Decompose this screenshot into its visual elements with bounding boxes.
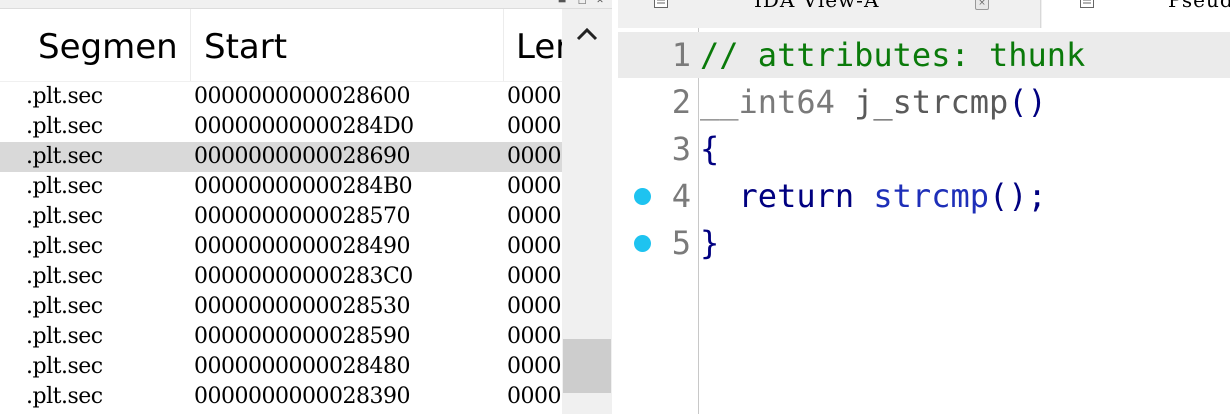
table-row[interactable]: .plt.sec 0000000000028390 0000 — [0, 382, 562, 412]
line-number: 4 — [671, 177, 691, 215]
pseudocode-pane: IDA View-A × Pseudo 1// attributes: thun… — [618, 0, 1230, 414]
code-text: { — [700, 126, 719, 172]
view-tab-bar: IDA View-A × Pseudo — [618, 0, 1230, 28]
segment-length-cell: 0000 — [507, 114, 562, 139]
segment-name-cell: .plt.sec — [26, 324, 103, 349]
code-line[interactable]: 3{ — [618, 126, 1230, 172]
code-line[interactable]: 1// attributes: thunk — [618, 32, 1230, 78]
code-token: strcmp — [873, 177, 989, 215]
code-text: // attributes: thunk — [700, 32, 1085, 78]
code-line[interactable]: 4 return strcmp(); — [618, 173, 1230, 219]
code-token: __int64 — [700, 83, 855, 121]
segment-name-cell: .plt.sec — [26, 84, 103, 109]
restore-icon[interactable]: □ — [576, 0, 588, 6]
pseudocode-view-icon — [1080, 0, 1094, 8]
table-row[interactable]: .plt.sec 00000000000283C0 0000 — [0, 262, 562, 292]
segment-start-cell: 0000000000028390 — [194, 384, 410, 409]
code-token: return — [700, 177, 874, 215]
segment-start-cell: 00000000000283C0 — [194, 264, 413, 289]
segment-name-cell: .plt.sec — [26, 204, 103, 229]
segment-length-cell: 0000 — [507, 324, 562, 349]
segment-length-cell: 0000 — [507, 234, 562, 259]
segment-start-cell: 0000000000028590 — [194, 324, 410, 349]
minimize-icon[interactable]: ▬ — [556, 0, 568, 6]
segment-length-cell: 0000 — [507, 144, 562, 169]
code-token: } — [700, 224, 720, 262]
segment-length-cell: 0000 — [507, 204, 562, 229]
table-row[interactable]: .plt.sec 0000000000028530 0000 — [0, 292, 562, 322]
code-text: return strcmp(); — [700, 173, 1047, 219]
line-number: 2 — [671, 83, 691, 121]
segment-length-cell: 0000 — [507, 264, 562, 289]
code-token: // attributes: thunk — [700, 36, 1086, 74]
close-icon[interactable]: ✕ — [594, 0, 606, 6]
segments-table-body: .plt.sec 0000000000028600 0000 .plt.sec 0000… — [0, 82, 562, 414]
segment-length-cell: 0000 — [507, 384, 562, 409]
code-token: { — [700, 130, 720, 168]
table-row[interactable]: .plt.sec 0000000000028490 0000 — [0, 232, 562, 262]
tab-ida-view[interactable]: IDA View-A × — [618, 0, 1041, 28]
code-token: (); — [988, 177, 1047, 215]
code-token: () — [1008, 83, 1047, 121]
segment-name-cell: .plt.sec — [26, 144, 103, 169]
disassembly-view-icon — [654, 0, 668, 8]
segment-start-cell: 0000000000028570 — [194, 204, 410, 229]
segment-length-cell: 0000 — [507, 174, 562, 199]
line-number: 5 — [671, 224, 691, 262]
breakpoint-dot-icon[interactable] — [634, 235, 651, 252]
segment-name-cell: .plt.sec — [26, 264, 103, 289]
segment-name-cell: .plt.sec — [26, 234, 103, 259]
tab-pseudocode-label: Pseudo — [1168, 0, 1230, 12]
column-separator[interactable] — [190, 9, 191, 81]
segment-start-cell: 0000000000028530 — [194, 294, 410, 319]
tab-ida-view-label: IDA View-A — [754, 0, 880, 12]
scroll-thumb[interactable] — [563, 339, 611, 393]
code-text: __int64 j_strcmp() — [700, 79, 1047, 125]
segments-title-bar: ▬ □ ✕ — [0, 0, 612, 9]
segment-start-cell: 00000000000284B0 — [194, 174, 413, 199]
column-separator[interactable] — [503, 9, 504, 81]
segment-name-cell: .plt.sec — [26, 174, 103, 199]
code-token: j_strcmp — [854, 83, 1009, 121]
code-text: } — [700, 220, 719, 266]
column-header-length[interactable]: Ler — [516, 9, 562, 81]
vertical-scrollbar[interactable] — [562, 9, 612, 414]
table-row[interactable]: .plt.sec 00000000000284D0 0000 — [0, 112, 562, 142]
table-row[interactable]: .plt.sec 0000000000028690 0000 — [0, 142, 562, 172]
code-line[interactable]: 2 __int64 j_strcmp() — [618, 79, 1230, 125]
column-header-segment[interactable]: Segmen — [38, 9, 188, 81]
table-row[interactable]: .plt.sec 0000000000028590 0000 — [0, 322, 562, 352]
line-number: 3 — [671, 130, 691, 168]
tab-pseudocode[interactable]: Pseudo — [1042, 0, 1230, 28]
chevron-up-icon — [576, 27, 598, 41]
column-header-start[interactable]: Start — [204, 9, 494, 81]
segment-start-cell: 0000000000028480 — [194, 354, 410, 379]
table-row[interactable]: .plt.sec 00000000000284B0 0000 — [0, 172, 562, 202]
segment-start-cell: 0000000000028690 — [194, 144, 410, 169]
scroll-up-button[interactable] — [562, 9, 612, 59]
segment-length-cell: 0000 — [507, 354, 562, 379]
tab-close-icon[interactable]: × — [975, 0, 989, 10]
segment-length-cell: 0000 — [507, 84, 562, 109]
segments-pane: ▬ □ ✕ Segmen Start Ler .plt.sec000000000… — [0, 0, 612, 414]
segment-name-cell: .plt.sec — [26, 354, 103, 379]
segment-start-cell: 0000000000028490 — [194, 234, 410, 259]
table-row[interactable]: .plt.sec 0000000000028570 0000 — [0, 202, 562, 232]
segment-start-cell: 00000000000284D0 — [194, 114, 414, 139]
segment-name-cell: .plt.sec — [26, 294, 103, 319]
segments-table-header: Segmen Start Ler — [0, 9, 562, 82]
segment-name-cell: .plt.sec — [26, 114, 103, 139]
breakpoint-dot-icon[interactable] — [634, 188, 651, 205]
code-editor[interactable]: 1// attributes: thunk 2 __int64 j_strcmp()… — [618, 28, 1230, 414]
segment-start-cell: 0000000000028600 — [194, 84, 410, 109]
line-number: 1 — [671, 36, 691, 74]
segment-name-cell: .plt.sec — [26, 384, 103, 409]
code-line[interactable]: 5} — [618, 220, 1230, 266]
segment-length-cell: 0000 — [507, 294, 562, 319]
table-row[interactable]: .plt.sec 0000000000028480 0000 — [0, 352, 562, 382]
table-row[interactable]: .plt.sec 0000000000028600 0000 — [0, 82, 562, 112]
